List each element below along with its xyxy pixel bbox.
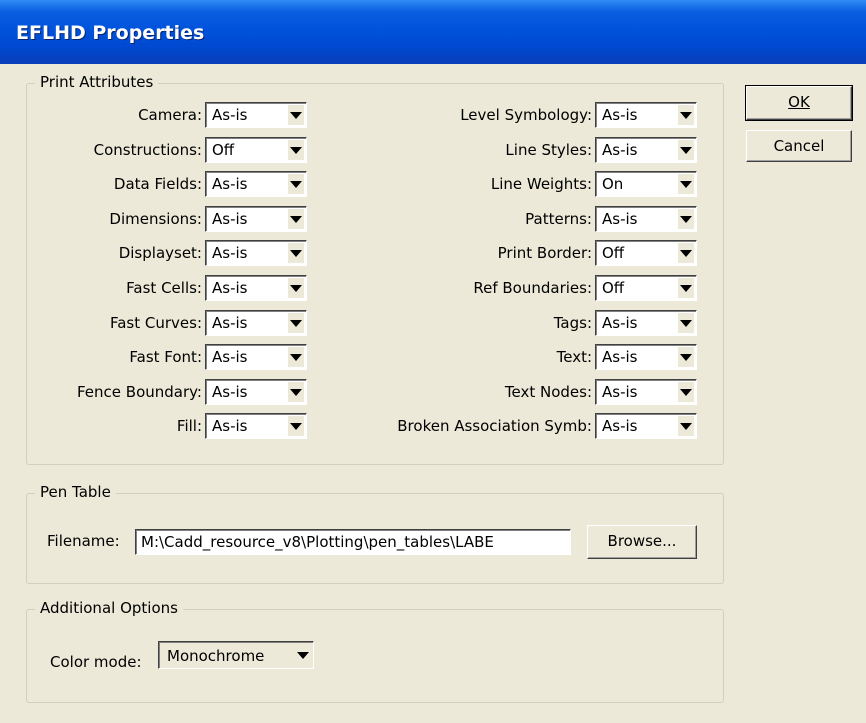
fast-cells-value: As-is [212, 279, 248, 297]
camera-label: Camera: [138, 106, 202, 124]
displayset-label: Displayset: [118, 244, 202, 262]
fence-boundary-dropdown[interactable]: As-is [205, 379, 307, 405]
fast-cells-label: Fast Cells: [126, 279, 202, 297]
additional-options-legend: Additional Options [35, 599, 183, 617]
line-styles-value: As-is [602, 141, 638, 159]
chevron-down-icon [678, 382, 694, 402]
filename-value: M:\Cadd_resource_v8\Plotting\pen_tables\… [141, 533, 494, 551]
chevron-down-icon [288, 140, 304, 160]
camera-value: As-is [212, 106, 248, 124]
filename-label: Filename: [47, 532, 120, 550]
chevron-down-icon [288, 278, 304, 298]
constructions-label: Constructions: [93, 141, 202, 159]
text-nodes-label: Text Nodes: [504, 383, 592, 401]
patterns-label: Patterns: [525, 210, 592, 228]
chevron-down-icon [295, 645, 311, 665]
color-mode-dropdown[interactable]: Monochrome [158, 641, 314, 669]
fill-value: As-is [212, 417, 248, 435]
chevron-down-icon [678, 140, 694, 160]
dimensions-dropdown[interactable]: As-is [205, 206, 307, 232]
tags-dropdown[interactable]: As-is [595, 310, 697, 336]
chevron-down-icon [678, 174, 694, 194]
window-title: EFLHD Properties [16, 22, 205, 44]
chevron-down-icon [678, 347, 694, 367]
chevron-down-icon [678, 209, 694, 229]
chevron-down-icon [288, 105, 304, 125]
filename-input[interactable]: M:\Cadd_resource_v8\Plotting\pen_tables\… [135, 529, 571, 555]
displayset-value: As-is [212, 244, 248, 262]
chevron-down-icon [678, 313, 694, 333]
displayset-dropdown[interactable]: As-is [205, 240, 307, 266]
fast-curves-label: Fast Curves: [109, 314, 202, 332]
level-symbology-dropdown[interactable]: As-is [595, 102, 697, 128]
camera-dropdown[interactable]: As-is [205, 102, 307, 128]
dimensions-label: Dimensions: [109, 210, 202, 228]
fence-boundary-label: Fence Boundary: [77, 383, 202, 401]
cancel-button-label: Cancel [773, 137, 825, 155]
tags-label: Tags: [553, 314, 592, 332]
chevron-down-icon [288, 382, 304, 402]
line-styles-dropdown[interactable]: As-is [595, 137, 697, 163]
line-weights-value: On [602, 175, 624, 193]
ref-boundaries-value: Off [602, 279, 625, 297]
print-border-label: Print Border: [497, 244, 592, 262]
ok-button-label: OK [788, 93, 810, 111]
text-label: Text: [556, 348, 592, 366]
dialog-body: Print Attributes OK Cancel Pen Table Fil… [0, 64, 866, 723]
fast-font-dropdown[interactable]: As-is [205, 344, 307, 370]
print-border-dropdown[interactable]: Off [595, 240, 697, 266]
text-value: As-is [602, 348, 638, 366]
cancel-button[interactable]: Cancel [746, 130, 852, 162]
broken-association-symb-value: As-is [602, 417, 638, 435]
broken-association-symb-label: Broken Association Symb: [397, 417, 592, 435]
color-mode-label: Color mode: [50, 653, 142, 671]
chevron-down-icon [678, 105, 694, 125]
line-weights-label: Line Weights: [490, 175, 592, 193]
chevron-down-icon [288, 416, 304, 436]
line-styles-label: Line Styles: [505, 141, 592, 159]
print-attributes-legend: Print Attributes [35, 73, 159, 91]
text-nodes-value: As-is [602, 383, 638, 401]
fence-boundary-value: As-is [212, 383, 248, 401]
fill-label: Fill: [176, 417, 202, 435]
level-symbology-label: Level Symbology: [460, 106, 592, 124]
constructions-value: Off [212, 141, 235, 159]
text-dropdown[interactable]: As-is [595, 344, 697, 370]
fast-cells-dropdown[interactable]: As-is [205, 275, 307, 301]
browse-button-label: Browse... [607, 532, 677, 550]
ok-button[interactable]: OK [745, 85, 853, 121]
chevron-down-icon [288, 209, 304, 229]
fast-curves-value: As-is [212, 314, 248, 332]
patterns-value: As-is [602, 210, 638, 228]
fast-curves-dropdown[interactable]: As-is [205, 310, 307, 336]
ref-boundaries-dropdown[interactable]: Off [595, 275, 697, 301]
print-border-value: Off [602, 244, 625, 262]
chevron-down-icon [288, 243, 304, 263]
line-weights-dropdown[interactable]: On [595, 171, 697, 197]
chevron-down-icon [678, 243, 694, 263]
broken-association-symb-dropdown[interactable]: As-is [595, 413, 697, 439]
title-bar[interactable]: EFLHD Properties [0, 0, 866, 65]
tags-value: As-is [602, 314, 638, 332]
level-symbology-value: As-is [602, 106, 638, 124]
constructions-dropdown[interactable]: Off [205, 137, 307, 163]
patterns-dropdown[interactable]: As-is [595, 206, 697, 232]
dimensions-value: As-is [212, 210, 248, 228]
data-fields-dropdown[interactable]: As-is [205, 171, 307, 197]
data-fields-label: Data Fields: [113, 175, 202, 193]
text-nodes-dropdown[interactable]: As-is [595, 379, 697, 405]
color-mode-value: Monochrome [167, 647, 265, 665]
chevron-down-icon [288, 347, 304, 367]
chevron-down-icon [288, 174, 304, 194]
pen-table-legend: Pen Table [35, 483, 116, 501]
chevron-down-icon [288, 313, 304, 333]
browse-button[interactable]: Browse... [587, 525, 697, 559]
chevron-down-icon [678, 416, 694, 436]
fast-font-label: Fast Font: [129, 348, 202, 366]
ref-boundaries-label: Ref Boundaries: [473, 279, 592, 297]
fast-font-value: As-is [212, 348, 248, 366]
data-fields-value: As-is [212, 175, 248, 193]
chevron-down-icon [678, 278, 694, 298]
fill-dropdown[interactable]: As-is [205, 413, 307, 439]
